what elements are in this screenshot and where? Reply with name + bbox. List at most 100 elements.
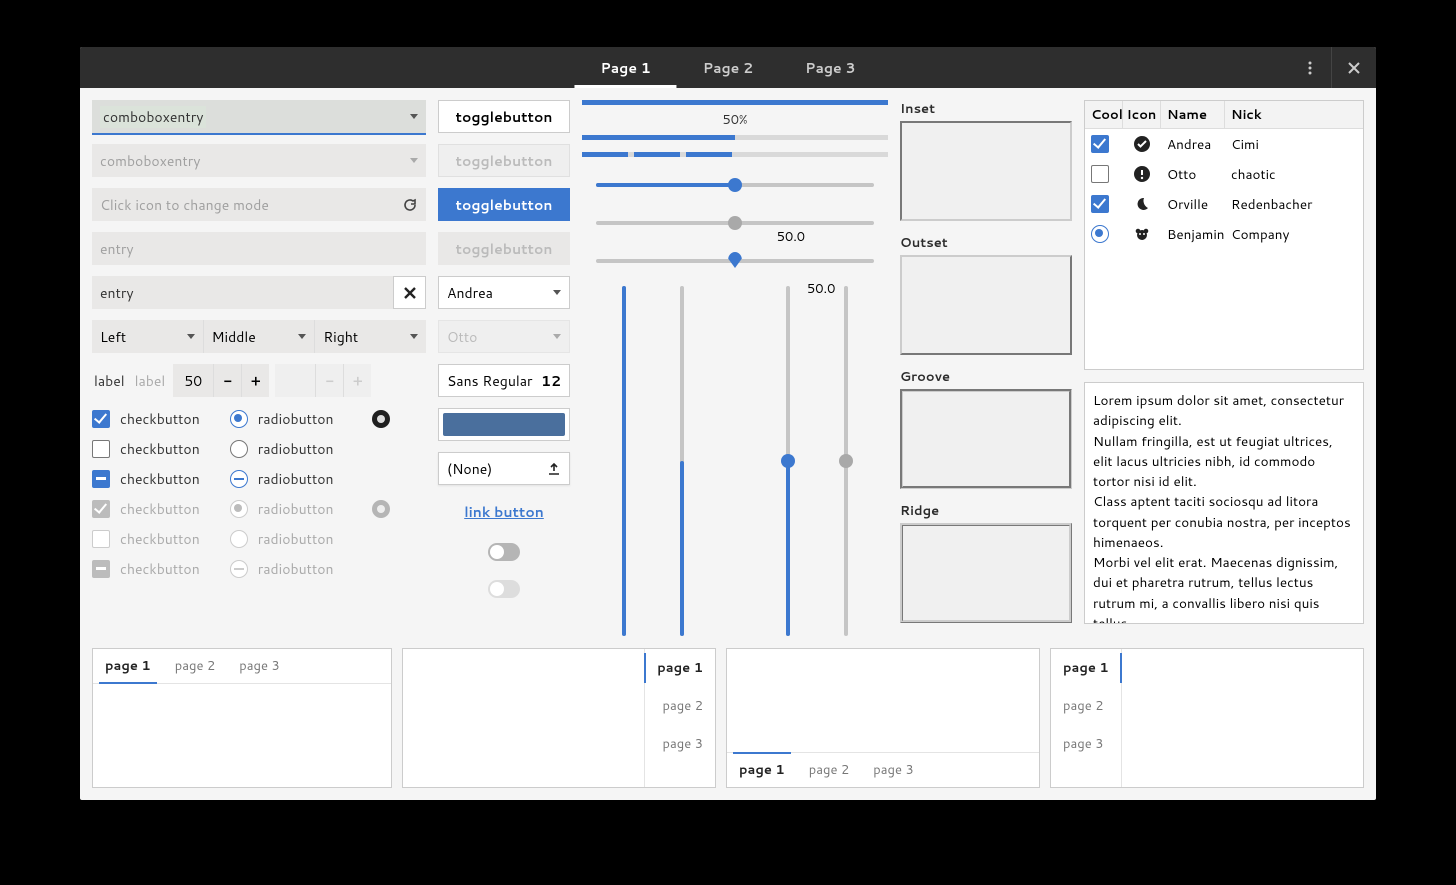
toggle-button-active-disabled: togglebutton (438, 232, 570, 265)
moon-icon (1134, 196, 1150, 212)
switch-disabled (488, 580, 520, 598)
slider-vertical-disabled (837, 286, 855, 636)
notebook-left[interactable]: page 1 page 2 page 3 (1050, 648, 1364, 788)
nb-tab[interactable]: page 3 (645, 725, 715, 763)
text-view[interactable]: Lorem ipsum dolor sit amet, consectetur … (1084, 382, 1364, 624)
radio-icon[interactable] (230, 440, 248, 458)
checkbutton-row[interactable]: checkbutton (92, 410, 200, 428)
column-header[interactable]: Cool (1085, 101, 1123, 128)
label: label (92, 371, 127, 391)
radiobutton-row[interactable]: radiobutton (230, 440, 390, 458)
table-row[interactable]: Andrea Cimi (1085, 129, 1363, 159)
table-row[interactable]: Orville Redenbacher (1085, 189, 1363, 219)
chevron-down-icon (187, 334, 195, 339)
table-row[interactable]: Benjamin Company (1085, 219, 1363, 249)
checkbox-icon[interactable] (92, 410, 110, 428)
file-chooser-button[interactable]: (None) (438, 452, 570, 485)
entry-field[interactable]: entry (92, 276, 393, 309)
checkbox-icon (92, 530, 110, 548)
header-tab-page2[interactable]: Page 2 (677, 47, 779, 88)
nb-tab[interactable]: page 2 (163, 649, 228, 683)
checkbox-icon (92, 500, 110, 518)
frame-groove: Groove (900, 368, 1072, 490)
level-bar (582, 152, 888, 157)
checkbutton-row[interactable]: checkbutton (92, 470, 200, 488)
spin-button-disabled: − + (275, 364, 371, 397)
checkbox-icon[interactable] (1091, 165, 1109, 183)
checkbox-icon[interactable] (92, 470, 110, 488)
slider-vertical[interactable] (673, 286, 691, 636)
treeview-table[interactable]: Cool Icon Name Nick Andrea Cimi Otto cha… (1084, 100, 1364, 370)
header-tab-page3[interactable]: Page 3 (779, 47, 881, 88)
column-header[interactable]: Icon (1123, 101, 1161, 128)
slider-horizontal[interactable] (596, 170, 874, 200)
column-header[interactable]: Nick (1225, 101, 1363, 128)
nb-tab[interactable]: page 1 (645, 649, 715, 687)
checkbox-icon[interactable] (1091, 195, 1109, 213)
color-button[interactable] (438, 408, 570, 441)
nb-tab[interactable]: page 3 (227, 649, 292, 683)
radiobutton-row[interactable]: radiobutton (230, 410, 390, 428)
combobox-andrea[interactable]: Andrea (438, 276, 570, 309)
entry-disabled: entry (92, 232, 426, 265)
checkbox-icon[interactable] (92, 440, 110, 458)
comboboxentry-active[interactable]: comboboxentry (92, 100, 426, 133)
nb-tab[interactable]: page 3 (861, 753, 926, 787)
toggle-button-active[interactable]: togglebutton (438, 188, 570, 221)
radio-icon[interactable] (230, 410, 248, 428)
radiobutton-row-disabled: radiobutton (230, 500, 390, 518)
nb-tab[interactable]: page 1 (1051, 649, 1121, 687)
switch-off[interactable] (488, 543, 520, 561)
radio-icon[interactable] (230, 470, 248, 488)
toggle-button[interactable]: togglebutton (438, 100, 570, 133)
seg-left[interactable]: Left (92, 320, 204, 353)
comboboxentry-disabled: comboboxentry (92, 144, 426, 177)
inconsistent-radio-icon (372, 410, 390, 428)
slider-vertical[interactable] (615, 286, 633, 636)
close-icon[interactable] (1332, 47, 1376, 88)
chevron-down-icon (410, 334, 418, 339)
checkbox-icon[interactable] (1091, 135, 1109, 153)
slider-horizontal-marks[interactable]: 50.0 (596, 246, 874, 276)
upload-icon (547, 462, 561, 476)
menu-icon[interactable] (1288, 47, 1332, 88)
nb-tab[interactable]: page 2 (1051, 687, 1121, 725)
notebook-top[interactable]: page 1 page 2 page 3 (92, 648, 392, 788)
nb-tab[interactable]: page 1 (727, 753, 797, 787)
refresh-icon[interactable] (402, 197, 418, 213)
segmented-control[interactable]: Left Middle Right (92, 320, 426, 353)
link-button[interactable]: link button (438, 496, 570, 528)
radiobutton-row-disabled: radiobutton (230, 530, 390, 548)
inconsistent-radio-icon (372, 500, 390, 518)
font-button[interactable]: Sans Regular12 (438, 364, 570, 397)
slider-vertical[interactable]: 50.0 (779, 286, 797, 636)
spin-button[interactable]: 50 − + (173, 364, 269, 397)
headerbar: Page 1 Page 2 Page 3 (80, 47, 1376, 88)
radio-icon (230, 530, 248, 548)
notebook-bottom[interactable]: page 1 page 2 page 3 (726, 648, 1040, 788)
table-row[interactable]: Otto chaotic (1085, 159, 1363, 189)
spin-minus[interactable]: − (213, 364, 241, 397)
toggle-button-disabled: togglebutton (438, 144, 570, 177)
icon-entry[interactable]: Click icon to change mode (92, 188, 426, 221)
checkbutton-row[interactable]: checkbutton (92, 440, 200, 458)
nb-tab[interactable]: page 2 (645, 687, 715, 725)
entry-clear-button[interactable] (393, 276, 426, 309)
column-header[interactable]: Name (1161, 101, 1225, 128)
chevron-down-icon (410, 158, 418, 163)
notebook-right[interactable]: page 1 page 2 page 3 (402, 648, 716, 788)
header-tabs: Page 1 Page 2 Page 3 (574, 47, 881, 88)
seg-middle[interactable]: Middle (204, 320, 316, 353)
chevron-down-icon (553, 290, 561, 295)
spin-plus[interactable]: + (241, 364, 269, 397)
warning-icon (1134, 166, 1150, 182)
nb-tab[interactable]: page 1 (93, 649, 163, 683)
nb-tab[interactable]: page 2 (797, 753, 862, 787)
progress-bar: 50% (582, 100, 888, 157)
label-disabled: label (133, 371, 168, 391)
header-tab-page1[interactable]: Page 1 (574, 47, 676, 88)
radiobutton-row[interactable]: radiobutton (230, 470, 390, 488)
nb-tab[interactable]: page 3 (1051, 725, 1121, 763)
radio-icon[interactable] (1091, 225, 1109, 243)
seg-right[interactable]: Right (315, 320, 426, 353)
